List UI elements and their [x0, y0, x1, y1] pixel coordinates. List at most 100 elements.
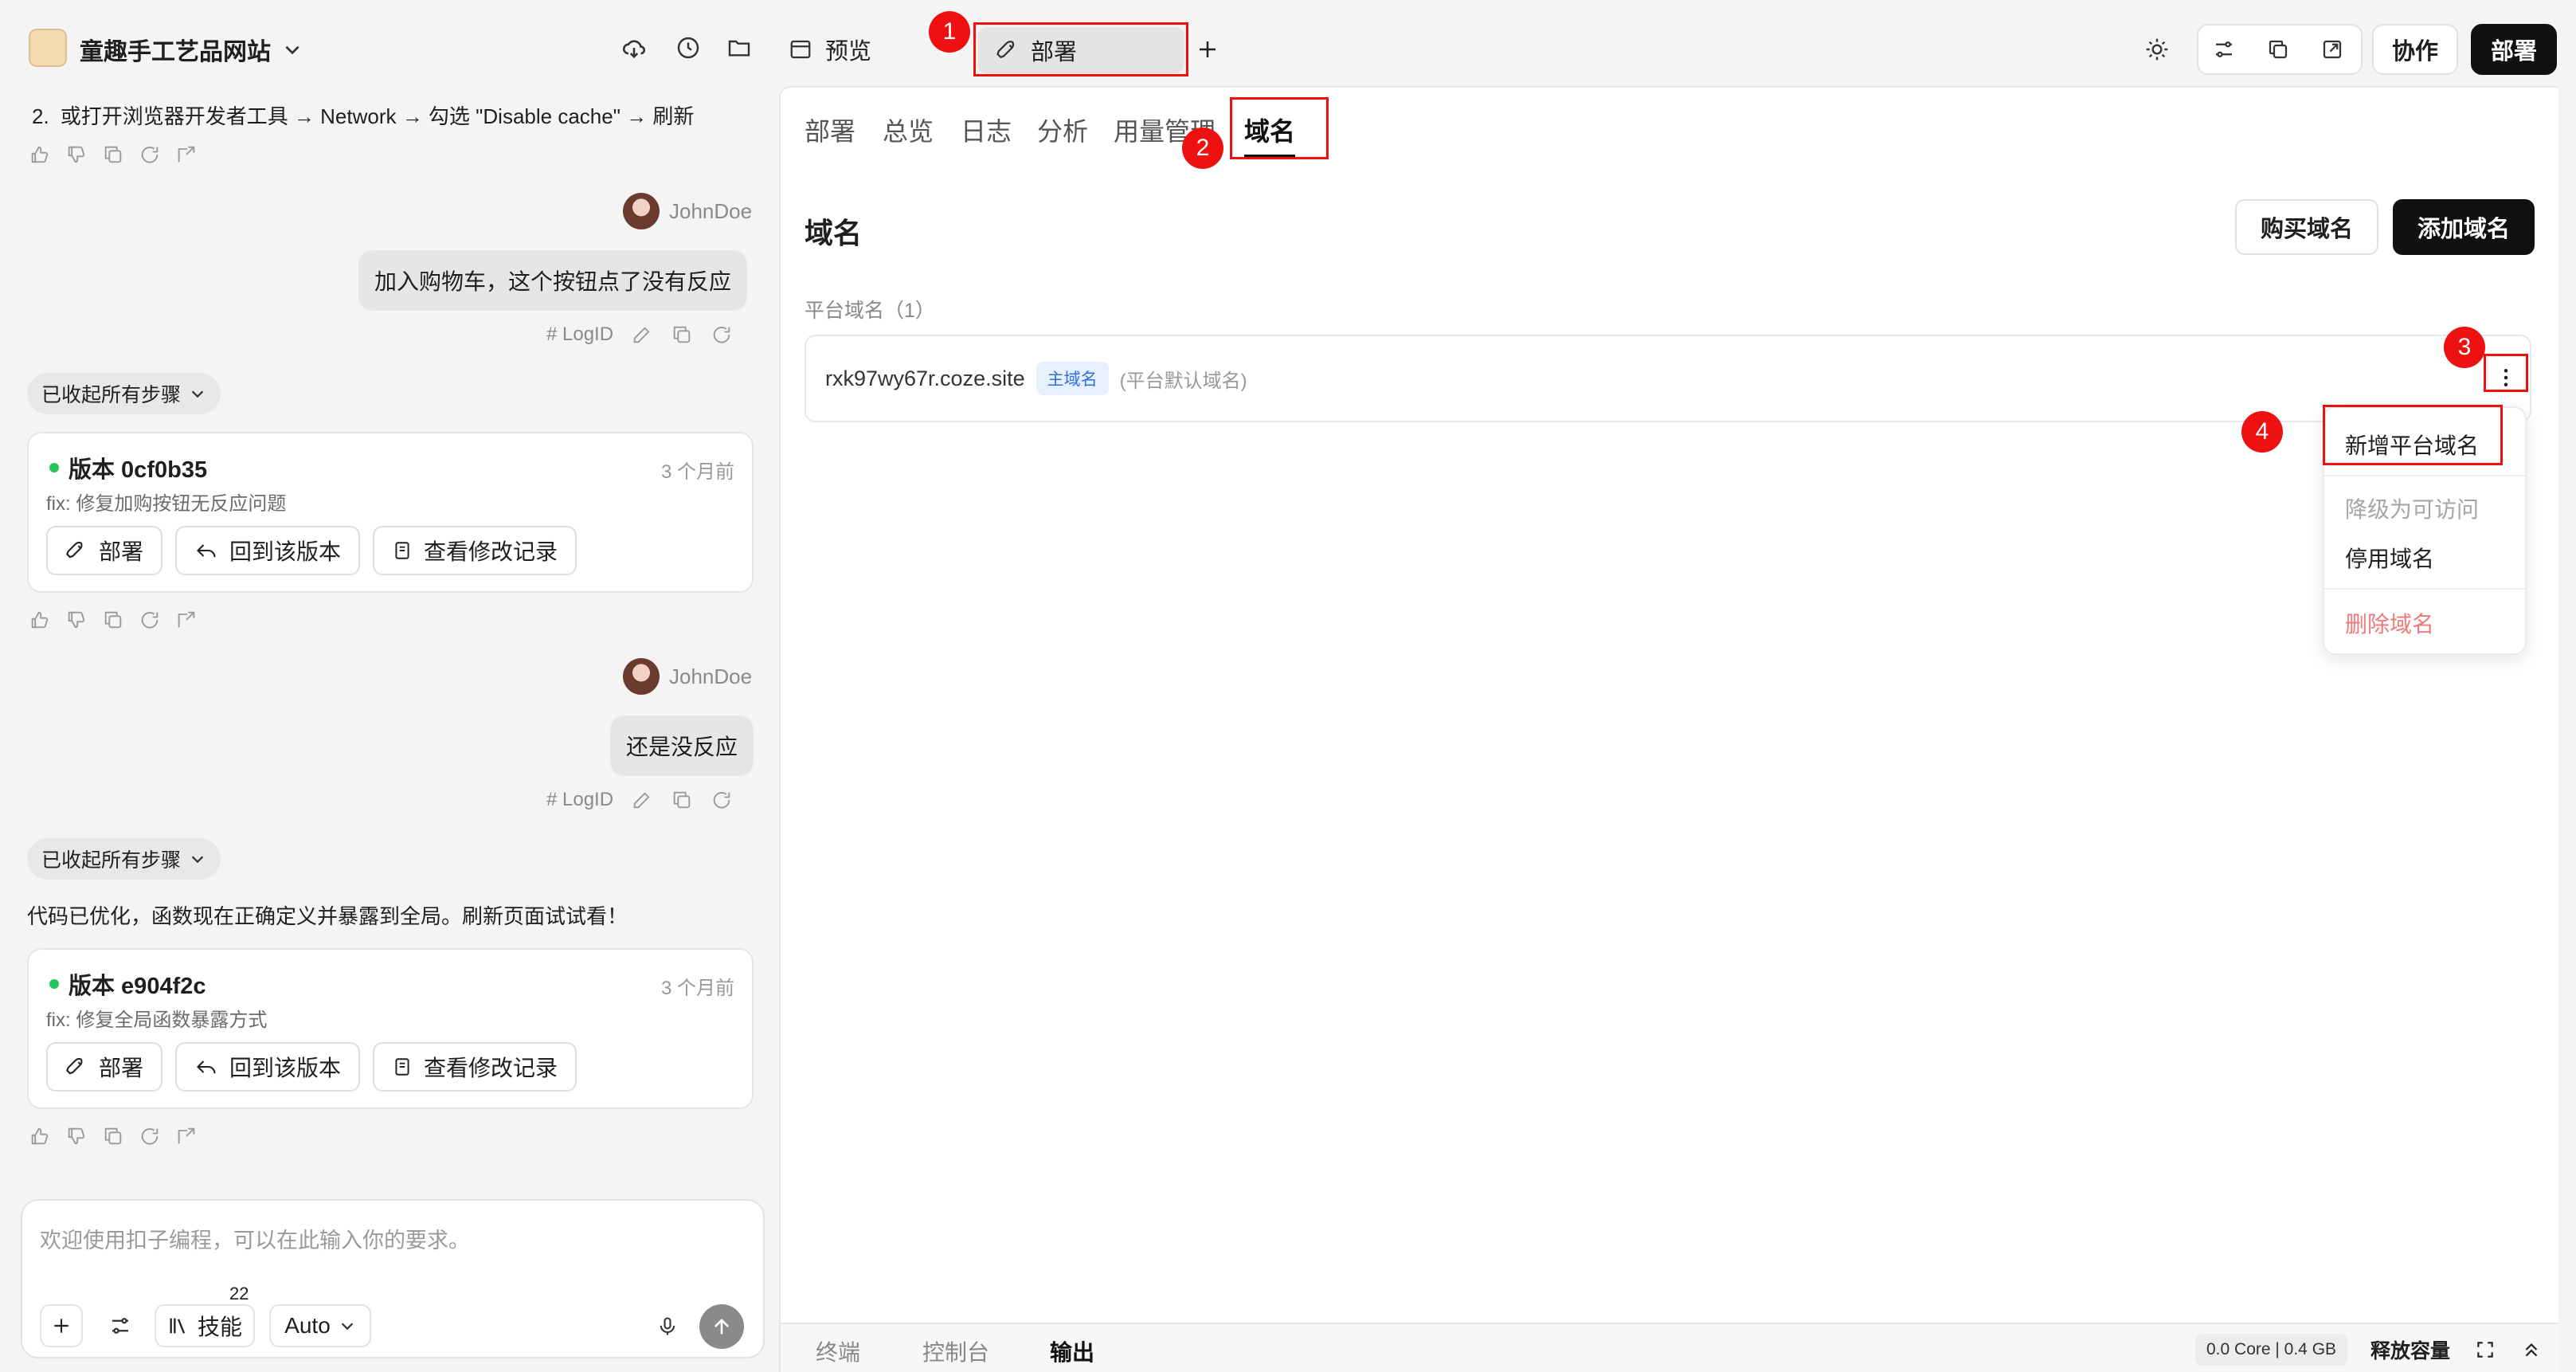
menu-downgrade[interactable]: 降级为可访问 [2345, 492, 2479, 524]
version-time: 3 个月前 [660, 461, 734, 483]
hash-icon: # [546, 789, 563, 810]
copy-icon[interactable] [102, 1125, 124, 1147]
annotation-marker-3: 3 [2444, 327, 2485, 368]
attach-button[interactable] [40, 1304, 83, 1347]
arrow-up-icon [714, 1319, 730, 1335]
thumbs-down-icon[interactable] [65, 143, 88, 166]
user-message: 还是没反应 [610, 715, 754, 776]
download-cloud-icon[interactable] [615, 29, 653, 67]
platform-domain-label: 平台域名（1） [805, 300, 935, 322]
fullscreen-icon[interactable] [2469, 1334, 2501, 1366]
collapse-steps-toggle[interactable]: 已收起所有步骤 [27, 838, 221, 880]
subtab-overview[interactable]: 总览 [883, 112, 934, 148]
collapse-up-icon[interactable] [2515, 1334, 2547, 1366]
share-icon[interactable] [175, 609, 198, 631]
retry-icon[interactable] [711, 323, 733, 346]
project-title-dropdown[interactable]: 童趣手工艺品网站 [80, 32, 303, 67]
skills-button[interactable]: 技能 [155, 1304, 255, 1347]
version-desc: fix: 修复加购按钮无反应问题 [46, 493, 287, 515]
version-deploy-button[interactable]: 部署 [46, 1042, 163, 1092]
hash-icon: # [546, 323, 563, 345]
sun-icon[interactable] [2139, 32, 2175, 67]
folder-icon[interactable] [720, 29, 758, 67]
thumbs-down-icon[interactable] [65, 1125, 88, 1147]
deploy-button[interactable]: 部署 [2471, 24, 2557, 75]
annotation-marker-4: 4 [2241, 411, 2283, 453]
version-revert-button[interactable]: 回到该版本 [175, 526, 361, 575]
regenerate-icon[interactable] [139, 143, 161, 166]
status-dot [49, 463, 59, 472]
user-header: JohnDoe [623, 658, 752, 695]
thumbs-up-icon[interactable] [29, 609, 51, 631]
subtab-deploy[interactable]: 部署 [805, 112, 855, 148]
version-deploy-button[interactable]: 部署 [46, 526, 163, 575]
share-icon[interactable] [175, 143, 198, 166]
copy-icon[interactable] [102, 609, 124, 631]
external-link-icon[interactable] [2315, 33, 2350, 65]
regenerate-icon[interactable] [139, 1125, 161, 1147]
feedback-row [29, 1125, 198, 1147]
project-name: 童趣手工艺品网站 [80, 39, 271, 65]
tab-console[interactable]: 控制台 [922, 1335, 989, 1367]
menu-delete-domain[interactable]: 删除域名 [2345, 607, 2434, 639]
copy-icon[interactable] [2261, 33, 2296, 65]
version-card: 版本 0cf0b35 3 个月前 fix: 修复加购按钮无反应问题 部署 回到该… [27, 432, 754, 593]
version-history-button[interactable]: 查看修改记录 [373, 526, 577, 575]
project-logo [29, 29, 67, 67]
section-title: 域名 [805, 217, 863, 249]
history-icon[interactable] [669, 29, 707, 67]
chat-input[interactable]: 欢迎使用扣子编程，可以在此输入你的要求。 [40, 1223, 470, 1254]
undo-icon [197, 544, 216, 558]
edit-icon[interactable] [631, 323, 653, 346]
edit-icon[interactable] [631, 789, 653, 811]
skills-count-badge: 22 [229, 1284, 249, 1303]
chevron-down-icon [285, 45, 299, 55]
release-capacity-button[interactable]: 释放容量 [2370, 1335, 2450, 1364]
chevron-down-icon [191, 856, 204, 864]
domain-host[interactable]: rxk97wy67r.coze.site [825, 367, 1025, 391]
status-dot [49, 979, 59, 989]
version-revert-button[interactable]: 回到该版本 [175, 1042, 361, 1092]
settings-sliders-icon[interactable] [99, 1304, 142, 1347]
copy-icon[interactable] [671, 789, 693, 811]
version-history-button[interactable]: 查看修改记录 [373, 1042, 577, 1092]
primary-domain-badge: 主域名 [1035, 362, 1109, 395]
thumbs-up-icon[interactable] [29, 1125, 51, 1147]
retry-icon[interactable] [711, 789, 733, 811]
logid-link[interactable]: # LogID [546, 323, 613, 346]
tab-terminal[interactable]: 终端 [816, 1335, 860, 1367]
add-tab-button[interactable] [1190, 32, 1225, 67]
rocket-icon [66, 1058, 83, 1075]
microphone-icon[interactable] [652, 1311, 683, 1343]
chevron-down-icon [191, 390, 204, 398]
buy-domain-button[interactable]: 购买域名 [2235, 199, 2378, 255]
copy-icon[interactable] [102, 143, 124, 166]
annotation-box-3 [2484, 354, 2528, 392]
menu-disable-domain[interactable]: 停用域名 [2345, 542, 2434, 574]
annotation-box-2 [1230, 97, 1329, 159]
feedback-row [29, 143, 198, 166]
logid-link[interactable]: # LogID [546, 789, 613, 811]
copy-icon[interactable] [671, 323, 693, 346]
add-domain-button[interactable]: 添加域名 [2393, 199, 2535, 255]
domain-note: (平台默认域名) [1119, 370, 1247, 392]
assistant-step-line: 2. 或打开浏览器开发者工具 → Network → 勾选 "Disable ca… [32, 104, 695, 128]
tab-output[interactable]: 输出 [1050, 1335, 1094, 1367]
settings-sliders-icon[interactable] [2206, 33, 2241, 65]
regenerate-icon[interactable] [139, 609, 161, 631]
thumbs-down-icon[interactable] [65, 609, 88, 631]
subtab-analytics[interactable]: 分析 [1037, 112, 1088, 148]
mode-select[interactable]: Auto [269, 1304, 371, 1347]
send-button[interactable] [699, 1304, 744, 1349]
resource-usage: 0.0 Core | 0.4 GB [2195, 1334, 2348, 1366]
collapse-steps-toggle[interactable]: 已收起所有步骤 [27, 373, 221, 414]
collaborate-button[interactable]: 协作 [2372, 24, 2458, 75]
tab-preview[interactable]: 预览 [789, 29, 871, 70]
subtab-logs[interactable]: 日志 [961, 112, 1012, 148]
assistant-reply: 代码已优化，函数现在正确定义并暴露到全局。刷新页面试试看！ [27, 904, 628, 928]
domain-row: rxk97wy67r.coze.site 主域名 (平台默认域名) [805, 335, 2531, 422]
share-icon[interactable] [175, 1125, 198, 1147]
thumbs-up-icon[interactable] [29, 143, 51, 166]
chevron-down-icon [341, 1323, 354, 1331]
version-time: 3 个月前 [660, 978, 734, 999]
